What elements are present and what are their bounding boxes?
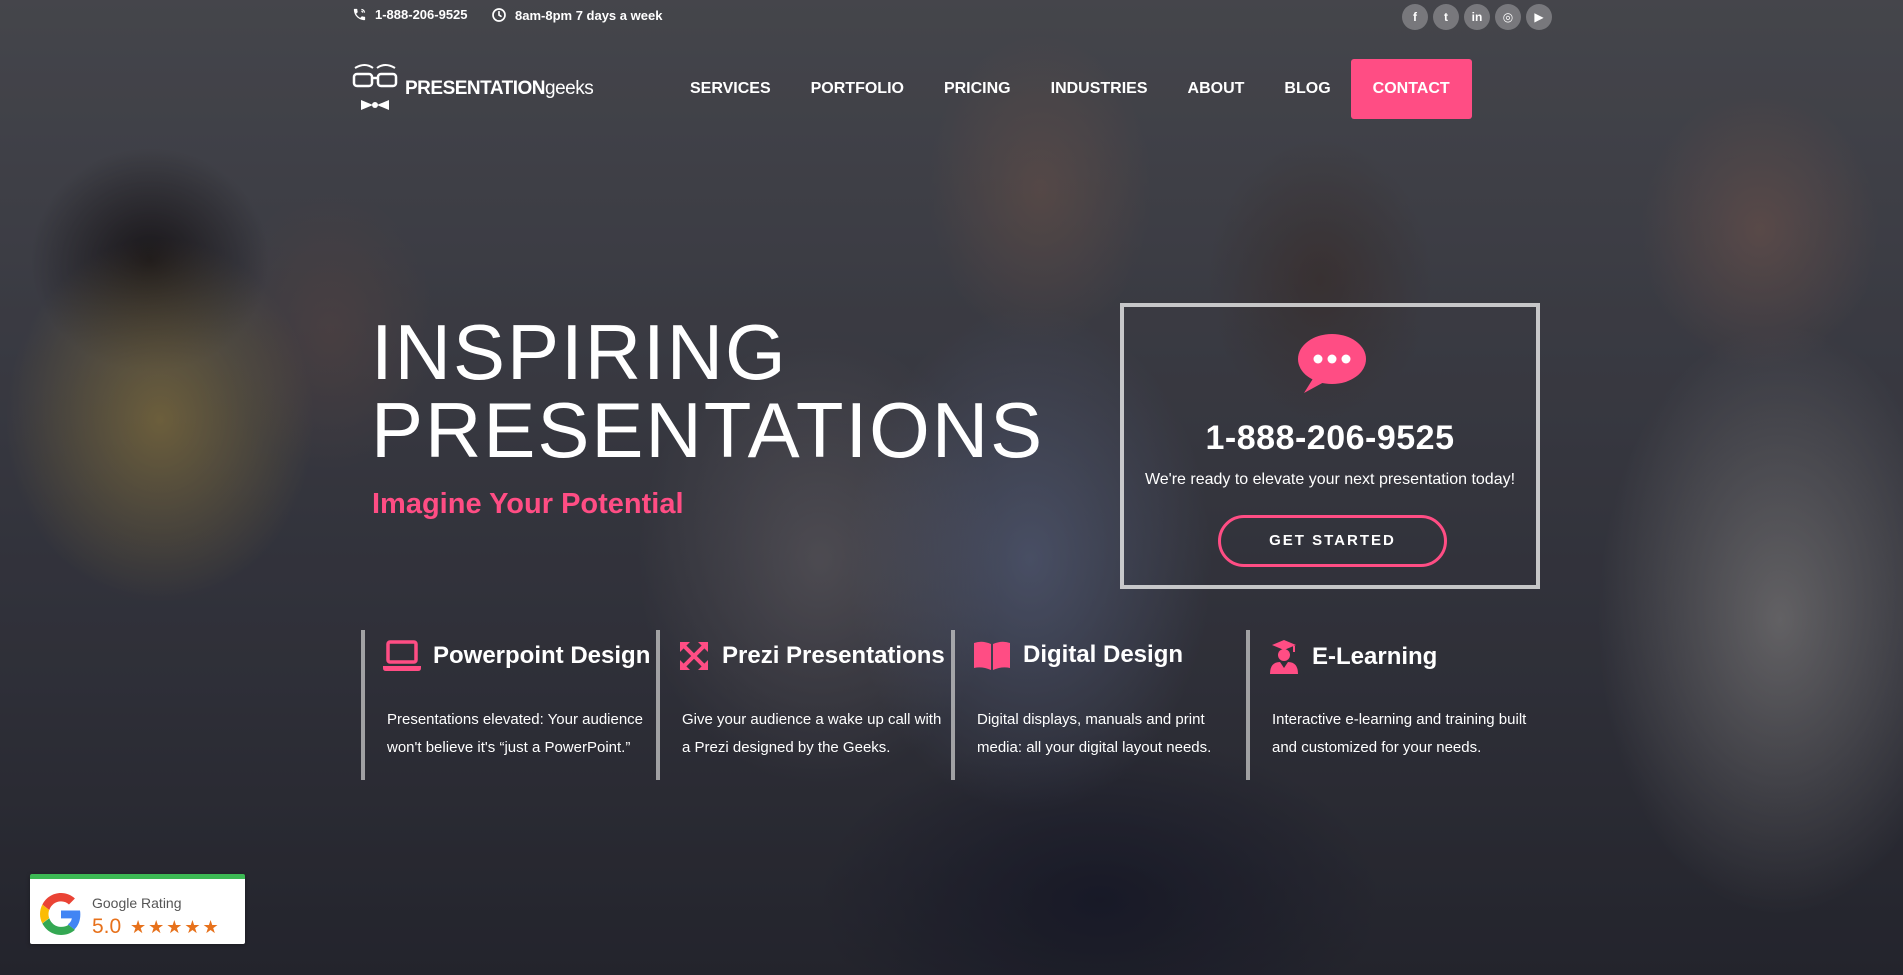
main-nav: SERVICES PORTFOLIO PRICING INDUSTRIES AB… — [670, 59, 1472, 119]
service-powerpoint[interactable]: Powerpoint Design Presentations elevated… — [361, 630, 651, 780]
google-rating-badge[interactable]: Google Rating 5.0 ★★★★★ — [30, 874, 245, 944]
service-title: Powerpoint Design — [433, 642, 651, 669]
google-rating-score: 5.0 — [92, 915, 122, 938]
google-g-icon — [40, 893, 81, 935]
nav-pricing[interactable]: PRICING — [924, 59, 1031, 119]
hero-overlay — [0, 0, 1903, 975]
cta-text: We're ready to elevate your next present… — [1144, 471, 1516, 488]
facebook-icon[interactable]: f — [1402, 4, 1428, 30]
linkedin-icon[interactable]: in — [1464, 4, 1490, 30]
laptop-icon — [383, 640, 421, 671]
hero-title: INSPIRING PRESENTATIONS — [371, 308, 1045, 474]
service-description: Digital displays, manuals and print medi… — [977, 711, 1212, 756]
service-description: Interactive e-learning and training buil… — [1272, 711, 1527, 756]
glasses-bowtie-logo-icon — [352, 64, 398, 110]
service-description: Give your audience a wake up call with a… — [682, 711, 942, 756]
top-hours: 8am-8pm 7 days a week — [491, 7, 662, 23]
logo-wordmark: PRESENTATIONgeeks — [405, 78, 594, 99]
social-links: f t in ◎ ▶ — [1402, 4, 1552, 30]
clock-icon — [491, 7, 507, 23]
twitter-icon[interactable]: t — [1433, 4, 1459, 30]
top-phone-text: 1-888-206-9525 — [375, 7, 468, 22]
google-rating-label: Google Rating — [92, 895, 182, 911]
cta-box: 1-888-206-9525 We're ready to elevate yo… — [1120, 303, 1540, 589]
nav-about[interactable]: ABOUT — [1168, 59, 1265, 119]
phone-icon — [352, 7, 367, 22]
nav-blog[interactable]: BLOG — [1264, 59, 1350, 119]
top-bar: 1-888-206-9525 8am-8pm 7 days a week f t… — [0, 0, 1903, 30]
graduate-icon — [1270, 640, 1298, 674]
expand-arrows-icon — [680, 642, 708, 670]
book-icon — [974, 641, 1010, 670]
nav-contact-button[interactable]: CONTACT — [1350, 59, 1472, 119]
chat-bubble-icon — [1298, 334, 1366, 393]
service-prezi[interactable]: Prezi Presentations Give your audience a… — [656, 630, 946, 780]
service-digital-design[interactable]: Digital Design Digital displays, manuals… — [951, 630, 1241, 780]
site-logo[interactable]: PRESENTATIONgeeks — [351, 62, 594, 116]
hero-subtitle: Imagine Your Potential — [372, 488, 684, 520]
service-e-learning[interactable]: E-Learning Interactive e-learning and tr… — [1246, 630, 1536, 780]
get-started-button[interactable]: GET STARTED — [1218, 515, 1447, 567]
star-rating-icon: ★★★★★ — [130, 917, 221, 937]
nav-industries[interactable]: INDUSTRIES — [1031, 59, 1168, 119]
service-title: E-Learning — [1312, 643, 1438, 670]
nav-services[interactable]: SERVICES — [670, 59, 791, 119]
instagram-icon[interactable]: ◎ — [1495, 4, 1521, 30]
top-hours-text: 8am-8pm 7 days a week — [515, 7, 663, 23]
service-description: Presentations elevated: Your audience wo… — [387, 711, 644, 756]
service-title: Digital Design — [1023, 641, 1184, 668]
youtube-icon[interactable]: ▶ — [1526, 4, 1552, 30]
nav-portfolio[interactable]: PORTFOLIO — [791, 59, 924, 119]
top-phone-link[interactable]: 1-888-206-9525 — [352, 7, 468, 22]
service-title: Prezi Presentations — [722, 642, 945, 669]
cta-phone-number[interactable]: 1-888-206-9525 — [1124, 419, 1536, 458]
